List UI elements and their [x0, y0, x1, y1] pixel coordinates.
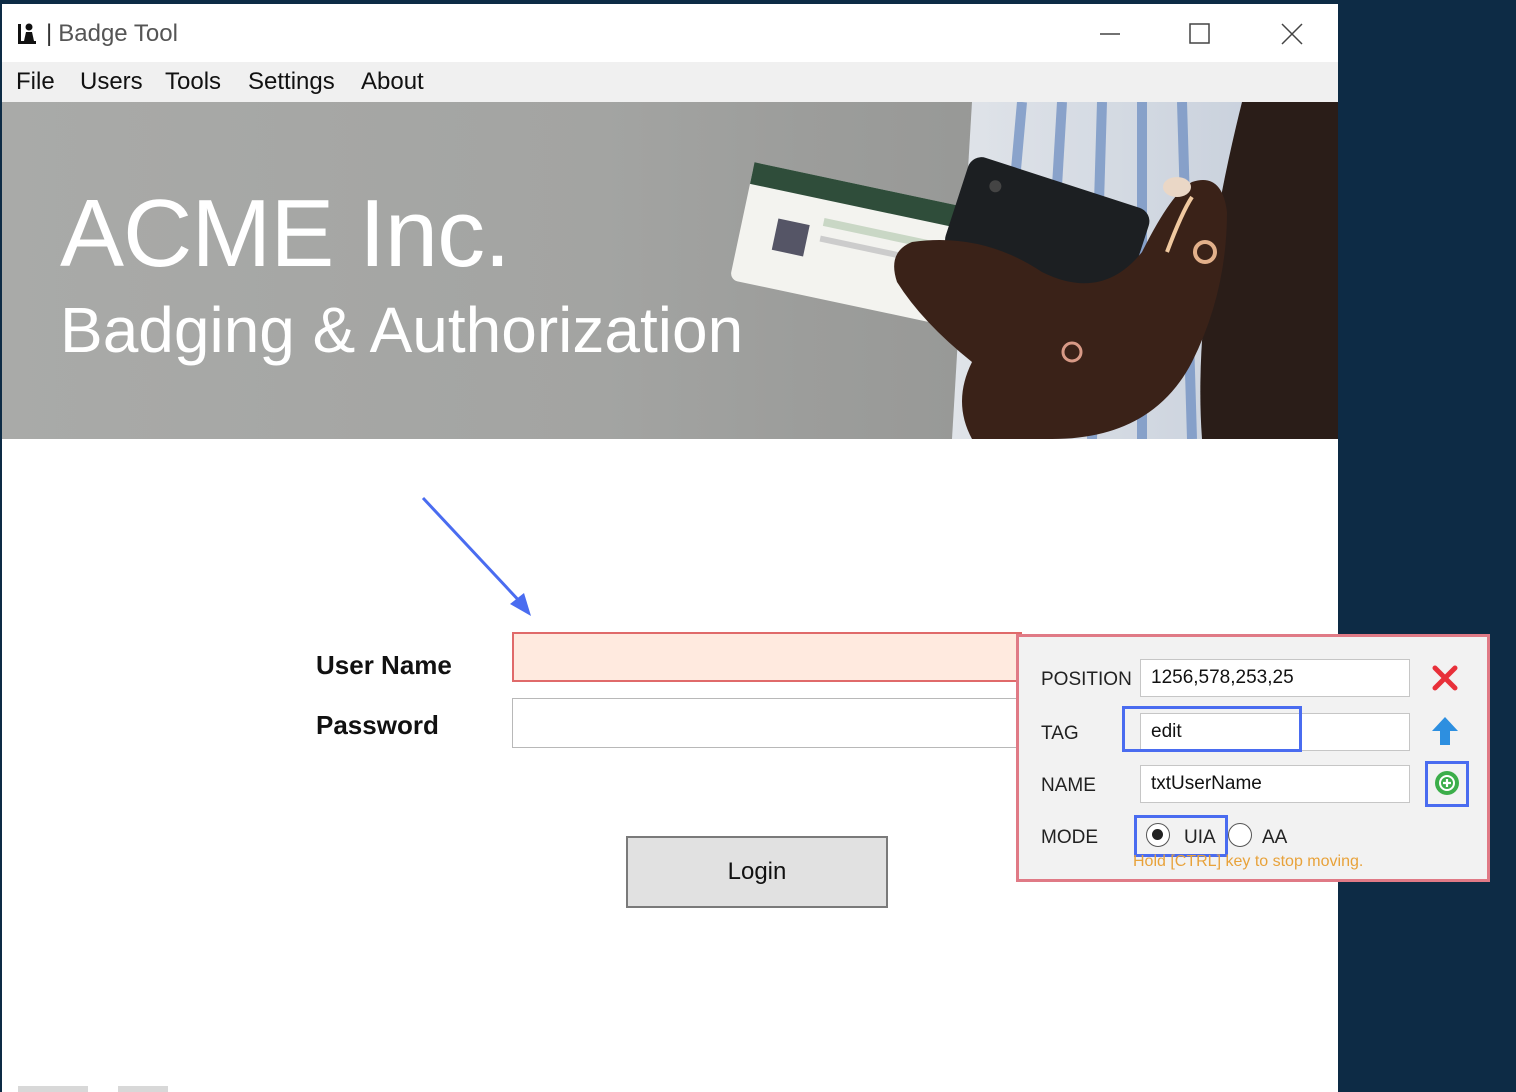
- badge-tool-window: | Badge Tool File Users Tools Settings Ab…: [2, 4, 1338, 1092]
- element-inspector-panel: POSITION 1256,578,253,25 TAG edit NAME t…: [1016, 634, 1490, 882]
- password-label: Password: [316, 710, 439, 740]
- login-button[interactable]: Login: [626, 836, 888, 908]
- maximize-icon: [1189, 23, 1210, 44]
- menu-bar: File Users Tools Settings About: [2, 62, 1338, 102]
- mode-aa-label: AA: [1262, 827, 1288, 848]
- arrow-up-icon[interactable]: [1430, 715, 1460, 747]
- header-banner: ACME Inc. Badging & Authorization: [2, 102, 1338, 439]
- annotation-box-uia: [1134, 815, 1228, 857]
- position-field[interactable]: 1256,578,253,25: [1140, 659, 1410, 697]
- minimize-button[interactable]: [1080, 16, 1140, 52]
- password-input[interactable]: [512, 698, 1022, 748]
- username-input[interactable]: [512, 632, 1022, 682]
- banner-photo: [731, 102, 1338, 439]
- name-field[interactable]: txtUserName: [1140, 765, 1410, 803]
- mode-label: MODE: [1041, 827, 1098, 848]
- tag-label: TAG: [1041, 723, 1079, 744]
- menu-tools[interactable]: Tools: [165, 68, 221, 96]
- title-bar: | Badge Tool: [2, 4, 1338, 62]
- position-label: POSITION: [1041, 669, 1132, 690]
- close-icon: [1281, 23, 1303, 45]
- hint-text: Hold [CTRL] key to stop moving.: [1133, 853, 1364, 870]
- minimize-icon: [1100, 33, 1120, 35]
- taskbar-item: [118, 1086, 168, 1092]
- close-button[interactable]: [1262, 16, 1322, 52]
- menu-file[interactable]: File: [16, 68, 55, 96]
- username-label: User Name: [316, 650, 452, 680]
- window-title-text: Badge Tool: [58, 20, 178, 47]
- add-circle-icon[interactable]: [1433, 769, 1461, 797]
- menu-users[interactable]: Users: [80, 68, 143, 96]
- banner-title: ACME Inc.: [60, 180, 511, 287]
- annotation-box-tag: [1122, 706, 1302, 752]
- delete-x-icon[interactable]: [1430, 663, 1460, 693]
- window-title: | Badge Tool: [46, 20, 178, 48]
- login-button-label: Login: [727, 858, 787, 885]
- title-separator: |: [46, 20, 53, 47]
- menu-settings[interactable]: Settings: [248, 68, 335, 96]
- app-badge-icon: [18, 23, 36, 44]
- name-label: NAME: [1041, 775, 1096, 796]
- banner-subtitle: Badging & Authorization: [60, 294, 744, 366]
- taskbar-item: [18, 1086, 88, 1092]
- maximize-button[interactable]: [1170, 16, 1230, 52]
- mode-aa-radio[interactable]: [1228, 823, 1252, 847]
- menu-about[interactable]: About: [361, 68, 424, 96]
